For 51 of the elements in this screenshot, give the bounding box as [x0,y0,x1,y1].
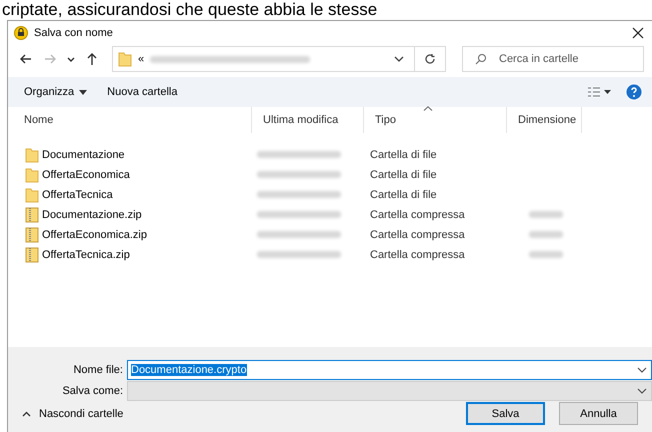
chevron-down-icon [637,388,647,394]
column-header[interactable]: Dimensione [507,107,582,133]
hide-folders-toggle[interactable]: Nascondi cartelle [22,408,124,420]
caret-icon [79,90,88,94]
search-field[interactable]: Cerca in cartelle [462,46,644,72]
close-icon[interactable] [632,27,644,39]
column-header[interactable]: Tipo [364,107,507,133]
file-type: Cartella di file [370,189,437,201]
folder-icon [25,167,39,183]
zip-folder-icon [25,207,39,223]
lock-icon [14,26,28,40]
field-label: Nome file: [72,364,123,376]
file-name[interactable]: OffertaEconomica [42,169,130,181]
blurred-file-size [529,211,563,218]
file-type: Cartella compressa [370,209,465,221]
save-button[interactable]: Salva [466,402,545,425]
file-type: Cartella di file [370,169,437,181]
folder-icon [25,147,39,163]
file-type: Cartella compressa [370,229,465,241]
refresh-icon[interactable] [424,53,436,65]
sort-caret-icon [423,106,433,111]
file-type: Cartella di file [370,149,437,161]
search-icon [475,53,487,65]
file-type: Cartella compressa [370,249,465,261]
column-header[interactable]: Ultima modifica [252,107,364,133]
file-name[interactable]: Documentazione [42,149,125,161]
view-options-icon[interactable] [588,87,612,97]
path-overflow-marker[interactable]: « [138,53,144,65]
organize-menu[interactable]: Organizza [24,81,88,103]
file-name[interactable]: Documentazione.zip [42,209,142,221]
zip-folder-icon [25,247,39,263]
file-name[interactable]: OffertaTecnica.zip [42,249,130,261]
column-header[interactable]: Nome [14,107,252,133]
window-title: Salva con nome [34,27,114,39]
field-label: Salva come: [61,385,123,398]
folder-icon [25,187,39,203]
chevron-up-icon [22,410,31,416]
file-name[interactable]: OffertaTecnica [42,189,113,201]
chevron-down-icon[interactable] [394,56,404,62]
blurred-file-size [529,251,563,258]
cancel-button[interactable]: Annulla [559,402,638,425]
address-bar[interactable]: « [112,46,446,72]
new-folder-button[interactable]: Nuova cartella [107,81,178,103]
file-name[interactable]: OffertaEconomica.zip [42,229,147,241]
file-name-field[interactable]: Documentazione.crypto [127,360,652,380]
folder-icon [118,51,132,67]
background-text: criptate, assicurandosi che queste abbia le stesse [2,0,378,19]
chevron-down-icon [637,366,647,373]
help-icon[interactable] [626,84,642,100]
blurred-file-size [529,231,563,238]
zip-folder-icon [25,227,39,243]
